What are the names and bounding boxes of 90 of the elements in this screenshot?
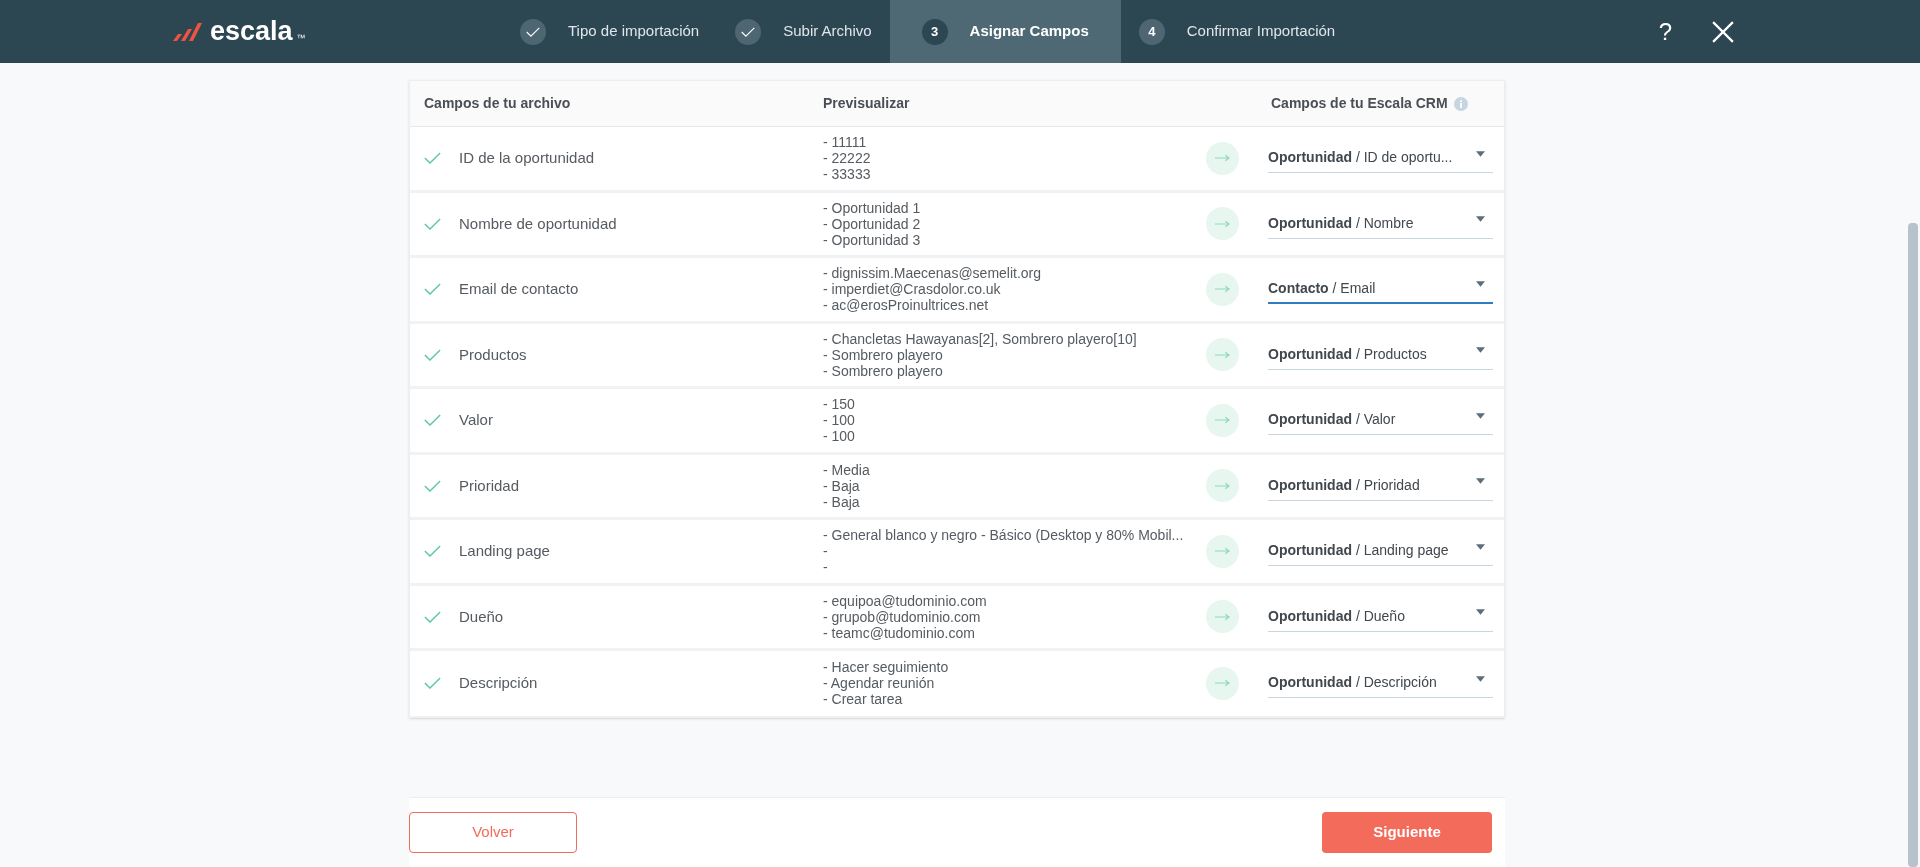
preview-line: - Crear tarea <box>823 691 904 708</box>
preview-line: - <box>823 559 829 576</box>
check-icon <box>424 610 441 623</box>
check-icon <box>424 217 441 230</box>
preview-line: - <box>823 543 829 560</box>
preview-line: - Agendar reunión <box>823 675 936 692</box>
field-name: Dueño <box>459 606 504 627</box>
preview-line: - Oportunidad 2 <box>823 215 922 232</box>
preview-line: - Hacer seguimiento <box>823 659 950 676</box>
arrow-right-icon <box>1215 219 1230 228</box>
field-name: Descripción <box>459 673 538 693</box>
preview-line: - 100 <box>823 428 856 445</box>
caret-icon <box>1476 412 1485 419</box>
column-header: Campos de tu archivo <box>423 94 572 113</box>
step-label: Asignar Campos <box>969 21 1089 42</box>
field-name: Productos <box>459 344 527 365</box>
field-select[interactable]: Contacto / Email <box>1268 274 1493 305</box>
preview-line: - Media <box>823 461 871 478</box>
logo-text: escala <box>210 18 293 45</box>
check-icon <box>741 26 756 37</box>
field-select[interactable]: Oportunidad / Nombre <box>1268 208 1493 239</box>
scrollbar-thumb[interactable] <box>1908 223 1918 867</box>
field-select[interactable]: Oportunidad / ID de oportu... <box>1268 143 1493 174</box>
close-icon <box>1712 20 1734 43</box>
check-icon <box>424 479 441 492</box>
check-icon <box>424 414 441 427</box>
field-name: Valor <box>459 410 493 430</box>
field-name: Landing page <box>459 541 550 561</box>
check-icon <box>526 26 540 37</box>
preview-line: - imperdiet@Crasdolor.co.uk <box>823 281 1002 298</box>
arrow-right-icon <box>1215 416 1230 425</box>
column-header: Campos de tu Escala CRM <box>1271 94 1448 113</box>
preview-line: - 22222 <box>823 150 872 167</box>
arrow-right-icon <box>1215 612 1230 621</box>
step-label: Subir Archivo <box>783 21 872 42</box>
preview-line: - Oportunidad 3 <box>823 231 922 248</box>
preview-line: - Chancletas Hawayanas[2], Sombrero playero[10] <box>823 330 1138 347</box>
preview-line: - dignissim.Maecenas@semelit.org <box>823 265 1043 282</box>
preview-line: - teamc@tudominio.com <box>823 624 975 641</box>
check-icon <box>424 677 441 690</box>
preview-line: - grupob@tudominio.com <box>823 608 981 625</box>
caret-icon <box>1476 609 1485 616</box>
preview-line: - ac@erosProinultrices.net <box>823 297 990 314</box>
preview-line: - Baja <box>823 477 861 494</box>
arrow-right-icon <box>1215 350 1230 359</box>
arrow-right-icon <box>1215 679 1230 688</box>
field-select[interactable]: Oportunidad / Valor <box>1268 405 1493 436</box>
column-header: Previsualizar <box>823 94 911 113</box>
logo-trademark: ™ <box>296 31 306 45</box>
preview-line: - equipoa@tudominio.com <box>823 592 988 609</box>
field-select[interactable]: Oportunidad / Prioridad <box>1268 470 1493 501</box>
field-name: ID de la oportunidad <box>459 148 595 168</box>
preview-line: - General blanco y negro - Básico (Desktop y 80% Mobil... <box>823 527 1185 544</box>
caret-icon <box>1476 150 1485 157</box>
field-select[interactable]: Oportunidad / Productos <box>1268 339 1493 370</box>
arrow-right-icon <box>1215 481 1230 490</box>
check-icon <box>424 545 441 558</box>
step-label: Confirmar Importación <box>1186 21 1336 42</box>
preview-line: - Sombrero playero <box>823 362 944 379</box>
caret-icon <box>1476 478 1485 485</box>
check-icon <box>424 152 441 165</box>
caret-icon <box>1476 543 1485 550</box>
arrow-right-icon <box>1215 285 1230 294</box>
preview-line: - Sombrero playero <box>823 346 943 363</box>
preview-line: - 150 <box>823 396 856 413</box>
arrow-right-icon <box>1215 547 1230 556</box>
preview-line: - 33333 <box>823 166 872 183</box>
preview-line: - 11111 <box>823 134 868 151</box>
check-icon <box>424 283 441 296</box>
caret-icon <box>1476 216 1485 223</box>
field-name: Nombre de oportunidad <box>459 213 617 234</box>
arrow-right-icon <box>1215 154 1230 163</box>
step-label: Tipo de importación <box>568 21 700 42</box>
field-name: Email de contacto <box>459 279 579 299</box>
caret-icon <box>1476 281 1485 288</box>
info-icon <box>1453 96 1468 111</box>
help-button[interactable]: ? <box>1658 13 1672 50</box>
step-number: 3 <box>921 18 948 45</box>
close-button[interactable] <box>1712 20 1734 43</box>
field-select[interactable]: Oportunidad / Dueño <box>1268 601 1493 632</box>
check-icon <box>424 348 441 361</box>
preview-line: - Oportunidad 1 <box>823 199 922 216</box>
step-number: 4 <box>1138 18 1165 45</box>
caret-icon <box>1476 347 1485 354</box>
preview-line: - 100 <box>823 412 856 429</box>
preview-line: - Baja <box>823 493 861 510</box>
field-select[interactable]: Oportunidad / Descripción <box>1268 668 1493 699</box>
caret-icon <box>1476 675 1485 682</box>
field-select[interactable]: Oportunidad / Landing page <box>1268 536 1493 567</box>
field-name: Prioridad <box>459 475 520 496</box>
